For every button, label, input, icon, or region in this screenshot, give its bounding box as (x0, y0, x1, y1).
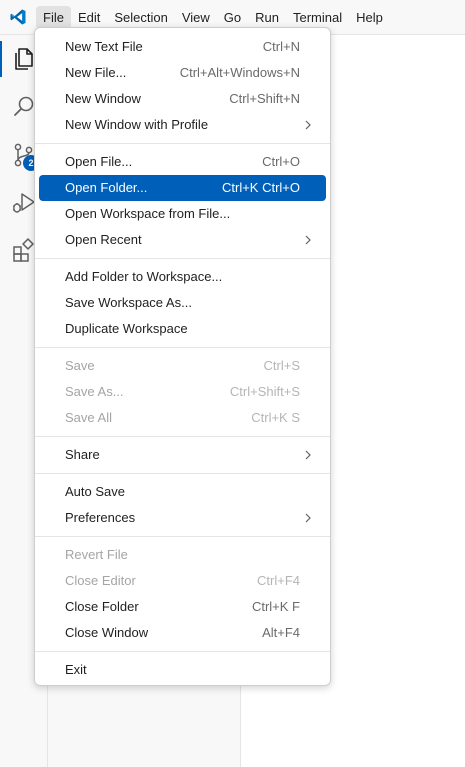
menu-item-label: New File... (65, 65, 127, 80)
menu-item-shortcut: Ctrl+O (262, 154, 300, 169)
menu-item-label: Open File... (65, 154, 133, 169)
menu-item-open-file[interactable]: Open File... Ctrl+O (39, 149, 326, 175)
menu-item-shortcut: Ctrl+N (262, 39, 300, 54)
menubar-file[interactable]: File (36, 6, 71, 29)
menu-item-open-recent[interactable]: Open Recent (39, 227, 326, 253)
menu-item-label: Close Folder (65, 599, 139, 614)
menu-item-label: Open Folder... (65, 180, 148, 195)
menu-item-label: Close Window (65, 625, 149, 640)
menu-item-save-as: Save As... Ctrl+Shift+S (39, 379, 326, 405)
menubar-view[interactable]: View (175, 6, 217, 29)
menu-item-add-folder-to-workspace[interactable]: Add Folder to Workspace... (39, 264, 326, 290)
file-menu: New Text File Ctrl+N New File... Ctrl+Alt+W… (34, 27, 331, 686)
menu-item-label: Save All (65, 410, 112, 425)
menubar-go[interactable]: Go (217, 6, 248, 29)
chevron-right-icon (305, 120, 311, 130)
menu-item-shortcut: Ctrl+S (263, 358, 300, 373)
menu-item-label: Save Workspace As... (65, 295, 192, 310)
menu-item-open-workspace-from-file[interactable]: Open Workspace from File... (39, 201, 326, 227)
menubar-help[interactable]: Help (349, 6, 390, 29)
chevron-right-icon (305, 235, 311, 245)
menu-item-label: Duplicate Workspace (65, 321, 188, 336)
menu-separator (35, 143, 330, 144)
menu-item-label: Revert File (65, 547, 128, 562)
menu-item-label: Add Folder to Workspace... (65, 269, 223, 284)
menu-item-share[interactable]: Share (39, 442, 326, 468)
menu-item-save-workspace-as[interactable]: Save Workspace As... (39, 290, 326, 316)
menu-item-shortcut: Ctrl+K F (251, 599, 300, 614)
menu-item-revert-file: Revert File (39, 542, 326, 568)
menu-item-label: Save (65, 358, 95, 373)
menu-item-shortcut: Ctrl+Alt+Windows+N (179, 65, 300, 80)
menu-item-auto-save[interactable]: Auto Save (39, 479, 326, 505)
menu-item-duplicate-workspace[interactable]: Duplicate Workspace (39, 316, 326, 342)
menu-item-label: New Window with Profile (65, 117, 209, 132)
menu-item-new-window[interactable]: New Window Ctrl+Shift+N (39, 86, 326, 112)
menu-item-save: Save Ctrl+S (39, 353, 326, 379)
menu-separator (35, 436, 330, 437)
menu-item-label: Open Recent (65, 232, 142, 247)
menu-item-shortcut: Ctrl+K S (251, 410, 300, 425)
menu-item-shortcut: Ctrl+F4 (257, 573, 300, 588)
menu-item-close-window[interactable]: Close Window Alt+F4 (39, 620, 326, 646)
menu-separator (35, 347, 330, 348)
menu-item-label: New Text File (65, 39, 143, 54)
menu-item-new-window-with-profile[interactable]: New Window with Profile (39, 112, 326, 138)
vscode-logo-icon[interactable] (9, 8, 27, 26)
menu-item-exit[interactable]: Exit (39, 657, 326, 683)
menu-item-preferences[interactable]: Preferences (39, 505, 326, 531)
menu-item-label: Share (65, 447, 100, 462)
menu-item-open-folder[interactable]: Open Folder... Ctrl+K Ctrl+O (39, 175, 326, 201)
menu-item-shortcut: Alt+F4 (262, 625, 300, 640)
menu-item-label: Exit (65, 662, 87, 677)
menu-item-close-editor: Close Editor Ctrl+F4 (39, 568, 326, 594)
menu-separator (35, 651, 330, 652)
menu-item-label: Auto Save (65, 484, 125, 499)
menubar-edit[interactable]: Edit (71, 6, 107, 29)
menu-item-shortcut: Ctrl+K Ctrl+O (221, 180, 300, 195)
chevron-right-icon (305, 513, 311, 523)
chevron-right-icon (305, 450, 311, 460)
menu-separator (35, 258, 330, 259)
menu-item-new-text-file[interactable]: New Text File Ctrl+N (39, 34, 326, 60)
menubar-run[interactable]: Run (248, 6, 286, 29)
menu-item-label: Save As... (65, 384, 124, 399)
menu-bar: File Edit Selection View Go Run Terminal Help (36, 6, 390, 29)
menubar-terminal[interactable]: Terminal (286, 6, 349, 29)
active-view-indicator (0, 41, 2, 77)
menu-separator (35, 473, 330, 474)
menu-separator (35, 536, 330, 537)
menu-item-label: Preferences (65, 510, 136, 525)
menubar-selection[interactable]: Selection (107, 6, 174, 29)
menu-item-shortcut: Ctrl+Shift+N (229, 91, 300, 106)
menu-item-save-all: Save All Ctrl+K S (39, 405, 326, 431)
menu-item-shortcut: Ctrl+Shift+S (229, 384, 300, 399)
menu-item-new-file[interactable]: New File... Ctrl+Alt+Windows+N (39, 60, 326, 86)
menu-item-label: Close Editor (65, 573, 136, 588)
menu-item-label: Open Workspace from File... (65, 206, 231, 221)
menu-item-label: New Window (65, 91, 141, 106)
menu-item-close-folder[interactable]: Close Folder Ctrl+K F (39, 594, 326, 620)
